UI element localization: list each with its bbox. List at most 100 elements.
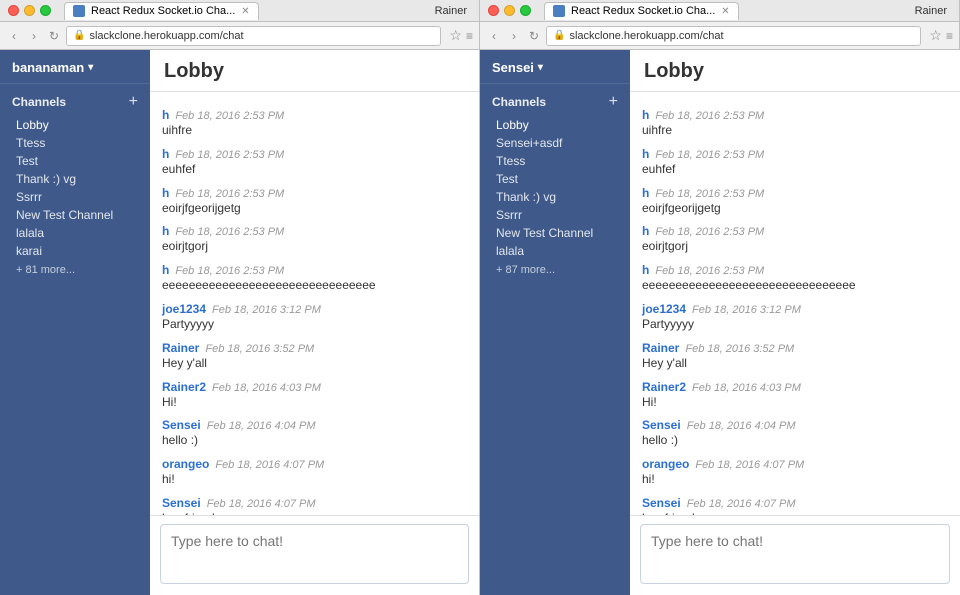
tab-title-left: React Redux Socket.io Cha... [91, 5, 235, 17]
close-button-right[interactable] [488, 5, 499, 16]
dropdown-arrow-right: ▾ [538, 62, 543, 73]
app-wrapper: bananaman ▾ Channels + Lobby Ttess Test … [0, 50, 960, 595]
message-author-rainer-right[interactable]: Rainer [642, 341, 679, 355]
message-text-h2-right: euhfef [642, 161, 948, 178]
message-text-rainer2-left: Hi! [162, 394, 467, 411]
message-time-h4-left: Feb 18, 2016 2:53 PM [175, 226, 284, 238]
url-bar-left[interactable]: 🔒 slackclone.herokuapp.com/chat [66, 26, 441, 46]
sidebar-item-newtestchannel-left[interactable]: New Test Channel [12, 206, 138, 224]
tab-close-left[interactable]: ✕ [241, 6, 249, 17]
sidebar-item-karai-left[interactable]: karai [12, 242, 138, 260]
message-text-h1-left: uihfre [162, 122, 467, 139]
sidebar-item-lalala-right[interactable]: lalala [492, 242, 618, 260]
os-titlebar: React Redux Socket.io Cha... ✕ Rainer Re… [0, 0, 960, 22]
chat-messages-right[interactable]: h Feb 18, 2016 2:53 PM uihfre h Feb 18, … [630, 92, 960, 515]
message-group-11-right: Sensei Feb 18, 2016 4:07 PM hey friend [642, 496, 948, 515]
add-channel-button-right[interactable]: + [609, 94, 618, 110]
message-author-line-9-left: Sensei Feb 18, 2016 4:04 PM [162, 418, 467, 432]
sidebar-item-ssrrr-right[interactable]: Ssrrr [492, 206, 618, 224]
message-author-sensei1-left[interactable]: Sensei [162, 418, 201, 432]
message-author-rainer2-left[interactable]: Rainer2 [162, 380, 206, 394]
message-author-h4-right[interactable]: h [642, 224, 649, 238]
bookmark-button-left[interactable]: ☆ [449, 27, 462, 44]
sidebar-item-newtestchannel-right[interactable]: New Test Channel [492, 224, 618, 242]
message-author-rainer-left[interactable]: Rainer [162, 341, 199, 355]
message-author-line-5-left: h Feb 18, 2016 2:53 PM [162, 263, 467, 277]
sidebar-item-ttess-left[interactable]: Ttess [12, 134, 138, 152]
message-author-line-10-left: orangeo Feb 18, 2016 4:07 PM [162, 457, 467, 471]
chat-title-right: Lobby [644, 60, 946, 83]
sidebar-item-ttess-right[interactable]: Ttess [492, 152, 618, 170]
message-author-h1-left[interactable]: h [162, 108, 169, 122]
message-author-line-4-left: h Feb 18, 2016 2:53 PM [162, 224, 467, 238]
message-author-sensei2-left[interactable]: Sensei [162, 496, 201, 510]
message-author-orangeo-right[interactable]: orangeo [642, 457, 689, 471]
sidebar-item-thankvg-left[interactable]: Thank :) vg [12, 170, 138, 188]
url-bar-right[interactable]: 🔒 slackclone.herokuapp.com/chat [546, 26, 921, 46]
message-time-orangeo-left: Feb 18, 2016 4:07 PM [215, 459, 324, 471]
message-author-rainer2-right[interactable]: Rainer2 [642, 380, 686, 394]
message-time-h3-right: Feb 18, 2016 2:53 PM [655, 188, 764, 200]
sidebar-username-right[interactable]: Sensei ▾ [492, 60, 543, 75]
bookmark-button-right[interactable]: ☆ [929, 27, 942, 44]
back-button-left[interactable]: ‹ [6, 28, 22, 44]
forward-button-left[interactable]: › [26, 28, 42, 44]
message-author-line-2-left: h Feb 18, 2016 2:53 PM [162, 147, 467, 161]
message-author-h4-left[interactable]: h [162, 224, 169, 238]
message-group-2-right: h Feb 18, 2016 2:53 PM euhfef [642, 147, 948, 178]
close-button-left[interactable] [8, 5, 19, 16]
message-author-h5-left[interactable]: h [162, 263, 169, 277]
message-group-8-left: Rainer2 Feb 18, 2016 4:03 PM Hi! [162, 380, 467, 411]
message-author-joe1234-right[interactable]: joe1234 [642, 302, 686, 316]
maximize-button-left[interactable] [40, 5, 51, 16]
message-author-h5-right[interactable]: h [642, 263, 649, 277]
message-text-rainer-right: Hey y'all [642, 355, 948, 372]
message-group-5-right: h Feb 18, 2016 2:53 PM eeeeeeeeeeeeeeeee… [642, 263, 948, 294]
message-author-joe1234-left[interactable]: joe1234 [162, 302, 206, 316]
browser-tab-left[interactable]: React Redux Socket.io Cha... ✕ [64, 2, 259, 20]
minimize-button-left[interactable] [24, 5, 35, 16]
refresh-button-right[interactable]: ↻ [526, 28, 542, 44]
message-group-9-left: Sensei Feb 18, 2016 4:04 PM hello :) [162, 418, 467, 449]
back-button-right[interactable]: ‹ [486, 28, 502, 44]
refresh-button-left[interactable]: ↻ [46, 28, 62, 44]
sidebar-username-text-left: bananaman [12, 60, 84, 75]
sidebar-more-right[interactable]: + 87 more... [492, 260, 618, 280]
message-author-sensei1-right[interactable]: Sensei [642, 418, 681, 432]
forward-button-right[interactable]: › [506, 28, 522, 44]
message-author-sensei2-right[interactable]: Sensei [642, 496, 681, 510]
message-group-1-right: h Feb 18, 2016 2:53 PM uihfre [642, 108, 948, 139]
app-instance-left: bananaman ▾ Channels + Lobby Ttess Test … [0, 50, 480, 595]
maximize-button-right[interactable] [520, 5, 531, 16]
sidebar-more-left[interactable]: + 81 more... [12, 260, 138, 280]
sidebar-username-left[interactable]: bananaman ▾ [12, 60, 93, 75]
sidebar-item-lobby-right[interactable]: Lobby [492, 116, 618, 134]
message-author-orangeo-left[interactable]: orangeo [162, 457, 209, 471]
browser-tab-right[interactable]: React Redux Socket.io Cha... ✕ [544, 2, 739, 20]
sidebar-item-senseiasdf-right[interactable]: Sensei+asdf [492, 134, 618, 152]
message-author-h1-right[interactable]: h [642, 108, 649, 122]
sidebar-item-lalala-left[interactable]: lalala [12, 224, 138, 242]
message-author-h2-left[interactable]: h [162, 147, 169, 161]
message-author-line-1-right: h Feb 18, 2016 2:53 PM [642, 108, 948, 122]
sidebar-item-lobby-left[interactable]: Lobby [12, 116, 138, 134]
chat-input-left[interactable] [160, 524, 469, 584]
add-channel-button-left[interactable]: + [129, 94, 138, 110]
sidebar-item-test-right[interactable]: Test [492, 170, 618, 188]
chat-messages-left[interactable]: h Feb 18, 2016 2:53 PM uihfre h Feb 18, … [150, 92, 479, 515]
chat-input-right[interactable] [640, 524, 950, 584]
minimize-button-right[interactable] [504, 5, 515, 16]
sidebar-item-ssrrr-left[interactable]: Ssrrr [12, 188, 138, 206]
message-author-h2-right[interactable]: h [642, 147, 649, 161]
message-author-h3-right[interactable]: h [642, 186, 649, 200]
sidebar-item-test-left[interactable]: Test [12, 152, 138, 170]
dropdown-arrow-left: ▾ [88, 62, 93, 73]
menu-button-right[interactable]: ≡ [946, 29, 953, 43]
message-author-h3-left[interactable]: h [162, 186, 169, 200]
menu-button-left[interactable]: ≡ [466, 29, 473, 43]
sidebar-item-thankvg-right[interactable]: Thank :) vg [492, 188, 618, 206]
chat-input-area-left [150, 515, 479, 595]
tab-close-right[interactable]: ✕ [721, 6, 729, 17]
sidebar-channels-section-left: Channels + Lobby Ttess Test Thank :) vg … [0, 84, 150, 284]
message-author-line-8-left: Rainer2 Feb 18, 2016 4:03 PM [162, 380, 467, 394]
